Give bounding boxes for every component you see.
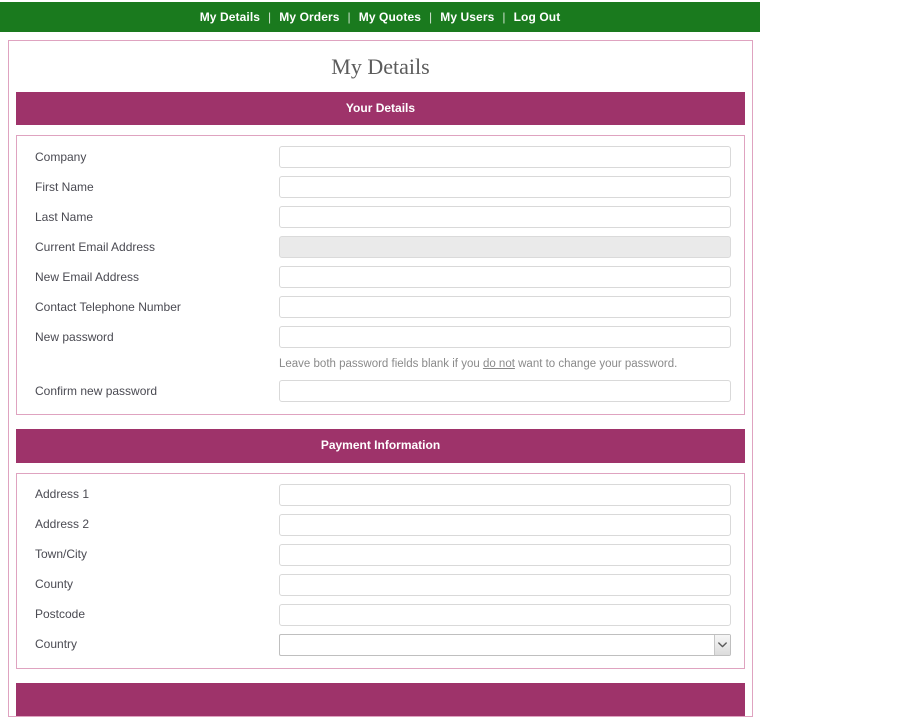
- control-current-email-address: [279, 236, 734, 259]
- input-postcode[interactable]: [279, 603, 731, 626]
- nav-my-details[interactable]: My Details: [193, 11, 267, 23]
- nav-my-quotes[interactable]: My Quotes: [352, 11, 428, 23]
- form-row-new-email: New Email Address: [27, 266, 734, 289]
- control-new-email-address: [279, 266, 734, 289]
- hint-spacer: [27, 356, 279, 371]
- control-company: [279, 146, 734, 169]
- nav-log-out[interactable]: Log Out: [507, 11, 568, 23]
- label-new-email-address: New Email Address: [35, 270, 140, 285]
- input-new-password[interactable]: [279, 326, 731, 349]
- form-row-new-password: New password: [27, 326, 734, 349]
- page-title: My Details: [331, 54, 430, 79]
- nav-my-users[interactable]: My Users: [433, 11, 501, 23]
- form-row-first-name: First Name: [27, 176, 734, 199]
- control-postcode: [279, 603, 734, 626]
- input-company[interactable]: [279, 146, 731, 169]
- form-row-current-email: Current Email Address: [27, 236, 734, 259]
- input-contact-telephone-number[interactable]: [279, 296, 731, 319]
- label-last-name: Last Name: [35, 210, 94, 225]
- input-new-email-address[interactable]: [279, 266, 731, 289]
- form-row-postcode: Postcode: [27, 603, 734, 626]
- page-root: My Details | My Orders | My Quotes | My …: [0, 0, 900, 717]
- control-town-city: [279, 543, 734, 566]
- label-contact-telephone-number: Contact Telephone Number: [35, 300, 181, 315]
- input-address-2[interactable]: [279, 513, 731, 536]
- section-header-third: [16, 682, 745, 717]
- form-row-confirm-new-password: Confirm new password: [27, 379, 734, 402]
- control-new-password: [279, 326, 734, 349]
- control-address-2: [279, 513, 734, 536]
- label-county: County: [35, 577, 74, 592]
- label-first-name: First Name: [35, 180, 94, 195]
- label-current-email-address: Current Email Address: [35, 240, 156, 255]
- control-last-name: [279, 206, 734, 229]
- your-details-fieldset: Company First Name Last Name Current Ema…: [16, 135, 745, 415]
- label-town-city: Town/City: [35, 547, 88, 562]
- form-row-contact-telephone: Contact Telephone Number: [27, 296, 734, 319]
- form-row-last-name: Last Name: [27, 206, 734, 229]
- form-row-county: County: [27, 573, 734, 596]
- password-hint-row: Leave both password fields blank if you …: [27, 356, 734, 371]
- form-row-address-2: Address 2: [27, 513, 734, 536]
- input-address-1[interactable]: [279, 483, 731, 506]
- section-header-your-details: Your Details: [16, 91, 745, 126]
- form-row-address-1: Address 1: [27, 483, 734, 506]
- payment-information-fieldset: Address 1 Address 2 Town/City County Pos…: [16, 472, 745, 669]
- label-address-2: Address 2: [35, 517, 90, 532]
- input-current-email-address: [279, 236, 731, 259]
- form-row-company: Company: [27, 146, 734, 169]
- input-county[interactable]: [279, 573, 731, 596]
- label-postcode: Postcode: [35, 607, 86, 622]
- input-last-name[interactable]: [279, 206, 731, 229]
- label-address-1: Address 1: [35, 487, 90, 502]
- input-first-name[interactable]: [279, 176, 731, 199]
- label-company: Company: [35, 150, 87, 165]
- password-hint-text: Leave both password fields blank if you …: [279, 356, 734, 371]
- password-hint-emphasis: do not: [482, 358, 515, 371]
- label-country: Country: [35, 637, 78, 652]
- control-contact-telephone-number: [279, 296, 734, 319]
- input-confirm-new-password[interactable]: [279, 379, 731, 402]
- section-header-payment-information: Payment Information: [16, 428, 745, 463]
- input-town-city[interactable]: [279, 543, 731, 566]
- top-navigation-bar: My Details | My Orders | My Quotes | My …: [0, 2, 760, 32]
- nav-my-orders[interactable]: My Orders: [272, 11, 346, 23]
- control-first-name: [279, 176, 734, 199]
- control-county: [279, 573, 734, 596]
- control-address-1: [279, 483, 734, 506]
- control-confirm-new-password: [279, 379, 734, 402]
- main-content-card: My Details Your Details Company First Na…: [8, 40, 753, 717]
- label-confirm-new-password: Confirm new password: [35, 383, 158, 398]
- form-row-town-city: Town/City: [27, 543, 734, 566]
- password-hint-before: Leave both password fields blank if you: [279, 358, 483, 371]
- label-new-password: New password: [35, 330, 114, 345]
- nav-links-group: My Details | My Orders | My Quotes | My …: [193, 11, 568, 23]
- password-hint-after: want to change your password.: [514, 358, 678, 371]
